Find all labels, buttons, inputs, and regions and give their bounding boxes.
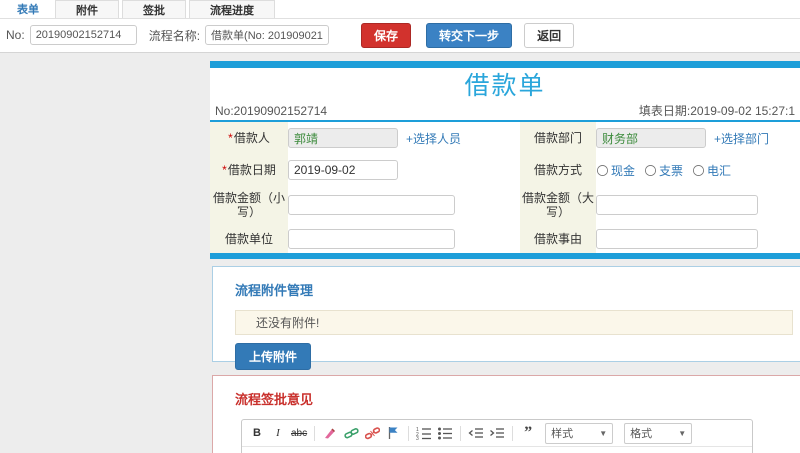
italic-icon[interactable]: I [270,425,286,441]
cheque-label: 支票 [659,163,684,178]
bold-icon[interactable]: B [249,425,265,441]
approval-panel: 流程签批意见 B I abc 1 2 3 ” 样式 ▼ 格式 ▼ [212,375,800,453]
radio-cash[interactable]: 现金 [596,162,635,179]
tab-flow-progress[interactable]: 流程进度 [189,0,275,18]
toolbar-separator [314,425,316,441]
unlink-icon[interactable] [364,425,380,441]
form-no-text: No:20190902152714 [215,103,328,118]
left-gutter [0,53,208,453]
select-person-link[interactable]: +选择人员 [406,130,461,147]
amount-lower-label: 借款金额（小写） [210,186,288,224]
cheque-radio[interactable] [644,164,657,176]
tab-attachments[interactable]: 附件 [55,0,119,18]
ordered-list-icon[interactable]: 1 2 3 [416,425,432,441]
unit-input[interactable] [288,228,455,249]
loan-date-input[interactable] [288,160,398,180]
chevron-down-icon: ▼ [678,428,687,438]
borrower-label-text: 借款人 [233,131,270,145]
select-dept-link[interactable]: +选择部门 [714,130,769,147]
link-icon[interactable] [343,425,359,441]
required-mark: * [222,163,227,177]
attachment-heading: 流程附件管理 [235,283,314,298]
save-button[interactable]: 保存 [361,22,412,48]
blockquote-icon[interactable]: ” [520,425,536,441]
dept-label: 借款部门 [520,122,596,154]
rich-text-editor: B I abc 1 2 3 ” 样式 ▼ 格式 ▼ [241,419,753,453]
format-dropdown-label: 格式 [630,428,653,440]
flag-icon[interactable] [385,425,401,441]
radio-cheque[interactable]: 支票 [644,162,683,179]
unit-label: 借款单位 [210,224,288,253]
approval-heading: 流程签批意见 [235,392,314,407]
loan-form-panel: 借款单 No:20190902152714 填表日期:2019-09-02 15… [210,61,800,259]
amount-upper-label: 借款金额（大写） [520,186,596,224]
back-button[interactable]: 返回 [524,22,575,48]
tab-form[interactable]: 表单 [4,0,52,18]
form-title: 借款单 [464,72,546,100]
toolbar-separator [512,425,514,441]
borrower-label: * 借款人 [210,122,288,154]
strikethrough-icon[interactable]: abc [291,425,307,441]
editor-toolbar: B I abc 1 2 3 ” 样式 ▼ 格式 ▼ [242,420,752,447]
dept-input[interactable] [596,128,706,148]
borrower-input[interactable] [288,128,398,148]
control-row: No: 流程名称: 保存 转交下一步 返回 [0,19,800,51]
indent-icon[interactable] [489,425,505,441]
amount-lower-input[interactable] [288,195,455,215]
panel-bottom-bar [210,253,800,259]
method-label: 借款方式 [520,154,596,186]
reason-label-text: 借款事由 [533,231,582,246]
chevron-down-icon: ▼ [599,428,608,438]
toolbar-separator [408,425,410,441]
wire-label: 电汇 [707,163,732,178]
method-label-text: 借款方式 [533,163,582,177]
remove-format-icon[interactable] [322,425,338,441]
svg-text:3: 3 [416,436,419,440]
no-attachment-message: 还没有附件! [235,310,793,335]
forward-next-step-button[interactable]: 转交下一步 [426,22,513,48]
amount-lower-label-text: 借款金额（小写） [212,191,285,219]
reason-label: 借款事由 [520,224,596,253]
loan-form-page: 表单 附件 签批 流程进度 No: 流程名称: 保存 转交下一步 返回 借款单 … [0,0,800,453]
wire-radio[interactable] [693,164,705,176]
no-input[interactable] [29,25,137,45]
cash-radio[interactable] [596,164,609,176]
flow-name-label: 流程名称: [148,28,201,43]
no-label: No: [6,28,25,42]
tab-bar: 表单 附件 签批 流程进度 [0,0,800,19]
form-row-unit-reason: 借款单位 借款事由 [210,224,800,253]
required-mark: * [228,131,233,145]
form-row-date-method: * 借款日期 借款方式 现金 [210,154,800,186]
unordered-list-icon[interactable] [437,425,453,441]
panel-top-bar [210,61,800,68]
dept-label-text: 借款部门 [533,131,582,145]
unit-label-text: 借款单位 [224,231,273,246]
loan-date-label-text: 借款日期 [227,163,276,177]
form-meta-row: No:20190902152714 填表日期:2019-09-02 15:27:… [210,101,800,120]
form-row-amounts: 借款金额（小写） 借款金额（大写） [210,186,800,224]
payment-method-radios: 现金 支票 电汇 [596,162,731,179]
radio-wire[interactable]: 电汇 [692,162,731,179]
amount-upper-label-text: 借款金额（大写） [521,191,594,219]
form-date-text: 填表日期:2019-09-02 15:27:1 [638,104,795,118]
toolbar-separator [460,425,462,441]
flow-name-input[interactable] [205,25,330,45]
form-row-borrower: * 借款人 +选择人员 借款部门 +选择部门 [210,122,800,154]
editor-content-area[interactable] [242,447,752,453]
content-canvas: 借款单 No:20190902152714 填表日期:2019-09-02 15… [0,52,800,453]
styles-dropdown-label: 样式 [551,428,574,440]
upload-attachment-button[interactable]: 上传附件 [235,343,312,370]
reason-input[interactable] [596,228,758,249]
loan-date-label: * 借款日期 [210,154,288,186]
outdent-icon[interactable] [468,425,484,441]
tab-approval[interactable]: 签批 [122,0,186,18]
format-dropdown[interactable]: 格式 ▼ [624,422,693,444]
styles-dropdown[interactable]: 样式 ▼ [545,422,614,444]
amount-upper-input[interactable] [596,195,758,215]
attachment-panel: 流程附件管理 还没有附件! 上传附件 [212,266,800,370]
cash-label: 现金 [611,163,636,178]
